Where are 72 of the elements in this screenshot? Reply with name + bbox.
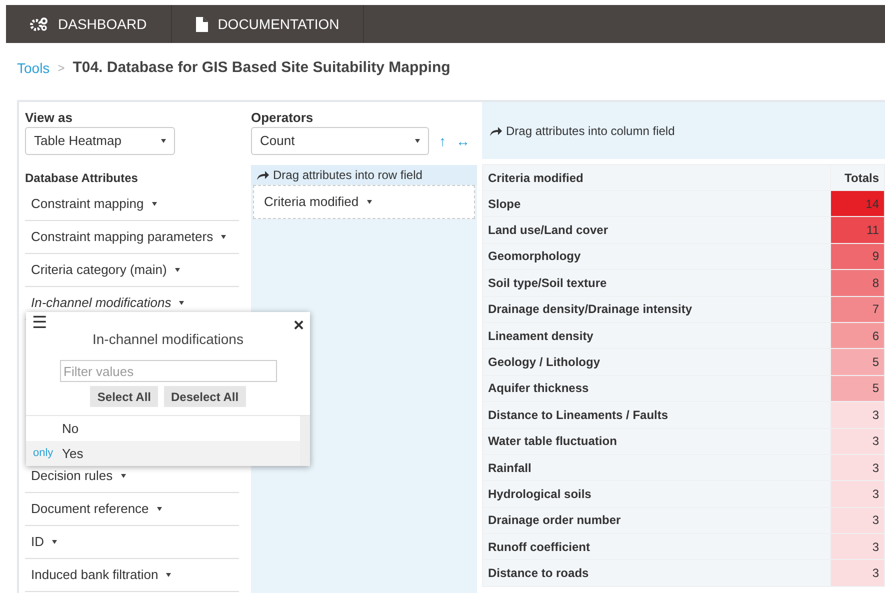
table-cell: Geomorphology — [482, 243, 830, 270]
heatmap-cell: 8 — [830, 270, 884, 296]
table-cell: Geology / Lithology — [482, 348, 830, 376]
table-cell: Runoff coefficient — [482, 534, 830, 560]
filter-value-item[interactable]: No — [26, 416, 300, 441]
heatmap-cell: 3 — [830, 402, 884, 428]
column-header: Totals — [830, 164, 884, 190]
column-header: Criteria modified — [482, 164, 830, 190]
dropdown[interactable]: Count — [251, 127, 429, 155]
attribute-item[interactable]: Induced bank filtration — [25, 559, 239, 592]
heatmap-cell: 5 — [830, 348, 884, 376]
table-cell: Rainfall — [482, 454, 830, 481]
gears-icon — [30, 17, 48, 31]
caret-icon — [152, 202, 157, 206]
caret-icon — [166, 573, 172, 577]
caret-icon — [120, 474, 126, 478]
share-arrow-icon — [257, 170, 269, 180]
heatmap-cell: 3 — [830, 534, 884, 560]
share-arrow-icon — [490, 126, 502, 136]
table-cell: Distance to Lineaments / Faults — [482, 402, 830, 428]
table-cell: Soil type/Soil texture — [482, 270, 830, 296]
heatmap-cell: 3 — [830, 507, 884, 534]
heatmap-cell: 3 — [830, 428, 884, 454]
drop-hint: Drag attributes into row field — [251, 165, 477, 185]
heatmap-cell: 3 — [830, 454, 884, 481]
filter-value-item[interactable]: only Yes — [26, 441, 300, 466]
heatmap-cell: 5 — [830, 375, 884, 402]
caret-icon — [221, 235, 226, 239]
nav-link[interactable]: DOCUMENTATION — [172, 5, 364, 43]
field-label: View as — [25, 109, 74, 125]
heatmap-cell: 3 — [830, 560, 884, 586]
table-cell: Hydrological soils — [482, 480, 830, 508]
caret-icon — [174, 268, 180, 272]
popup-title: In-channel modifications — [92, 330, 244, 349]
file-icon — [196, 16, 208, 32]
caret-icon — [179, 301, 184, 305]
table-cell: Lineament density — [482, 322, 830, 349]
heatmap-cell: 11 — [830, 216, 884, 244]
caret-icon — [156, 507, 162, 511]
table-cell: Aquifer thickness — [482, 375, 830, 402]
heatmap-cell: 3 — [830, 480, 884, 508]
filter-input-field[interactable]: Filter values — [60, 360, 276, 382]
drop-hint: Drag attributes into column field — [482, 102, 885, 159]
table-cell: Drainage order number — [482, 507, 830, 534]
table-cell: Slope — [482, 190, 830, 217]
page-title: T04. Database for GIS Based Site Suitability Mapping — [72, 58, 450, 78]
field-label: Operators — [251, 109, 314, 125]
popup-button[interactable]: Deselect All — [164, 386, 246, 407]
caret-icon — [415, 139, 420, 143]
caret-icon — [161, 139, 166, 143]
row-field-pill[interactable]: Criteria modified — [253, 185, 475, 219]
section-title: Database Attributes — [25, 170, 139, 187]
attribute-item[interactable]: Document reference — [25, 493, 239, 526]
close-icon[interactable]: × — [293, 316, 304, 334]
table-cell: Land use/Land cover — [482, 216, 830, 244]
attribute-item[interactable]: Criteria category (main) — [25, 254, 239, 287]
caret-icon — [52, 540, 57, 544]
table-cell: Distance to roads — [482, 560, 830, 586]
dropdown[interactable]: Table Heatmap — [25, 127, 175, 155]
attribute-item[interactable]: Constraint mapping — [25, 188, 239, 221]
attribute-item[interactable]: Constraint mapping parameters — [25, 221, 239, 254]
heatmap-cell: 9 — [830, 243, 884, 270]
breadcrumb-separator: > — [58, 60, 65, 77]
table-cell: Water table fluctuation — [482, 428, 830, 454]
caret-icon — [366, 200, 372, 204]
table-cell: Drainage density/Drainage intensity — [482, 296, 830, 322]
popup-button[interactable]: Select All — [90, 386, 158, 407]
heatmap-cell: 7 — [830, 296, 884, 322]
attribute-item[interactable]: ID — [25, 526, 239, 559]
heatmap-cell: 6 — [830, 322, 884, 349]
nav-link[interactable]: DASHBOARD — [6, 5, 172, 43]
heatmap-cell: 14 — [830, 190, 884, 217]
